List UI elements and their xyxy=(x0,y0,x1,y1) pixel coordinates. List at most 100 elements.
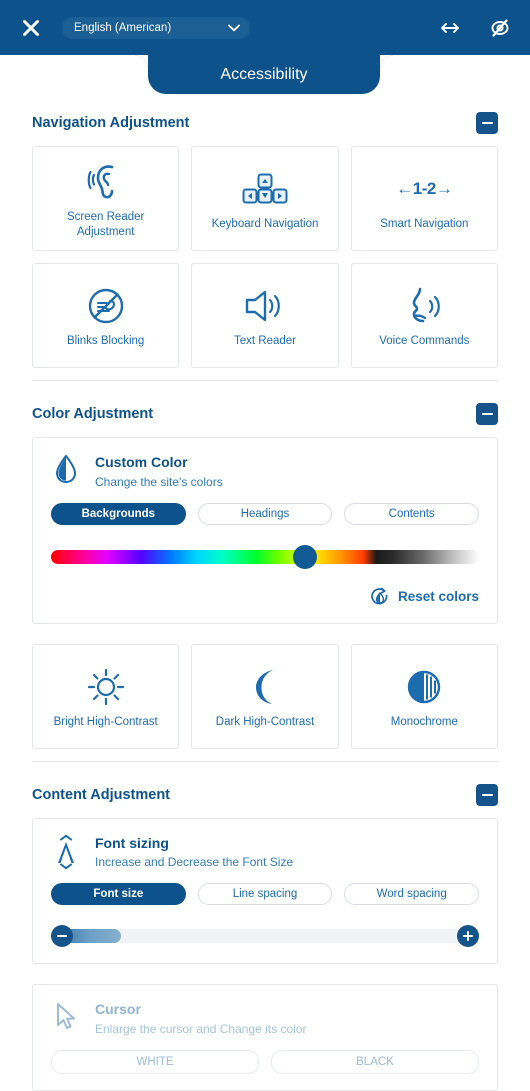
pill-font-size[interactable]: Font size xyxy=(51,883,186,906)
card-label: Bright High-Contrast xyxy=(53,716,158,728)
font-size-decrease-button[interactable] xyxy=(51,925,73,948)
panel-title: Font sizing xyxy=(95,834,169,851)
reset-colors-label: Reset colors xyxy=(397,589,479,605)
card-icon xyxy=(245,663,285,711)
arrow-keys-icon xyxy=(242,173,288,204)
hide-button[interactable] xyxy=(486,14,514,42)
card-keyboard-navigation[interactable]: Keyboard Navigation xyxy=(191,146,339,251)
card-label: Text Reader xyxy=(233,335,296,348)
font-size-icon xyxy=(58,834,74,869)
section-navigation-adjustment: Navigation Adjustment Screen Reader Adju… xyxy=(32,94,498,381)
horizontal-resize-icon xyxy=(441,22,459,33)
font-size-stepper[interactable] xyxy=(51,925,479,948)
section-title-content: Content Adjustment xyxy=(32,786,171,803)
color-target-pills: Backgrounds Headings Contents xyxy=(51,502,479,525)
card-label: Screen Reader Adjustment xyxy=(66,211,145,238)
panel-title: Cursor xyxy=(95,1001,141,1018)
minus-icon xyxy=(481,413,493,415)
panel-custom-color: Custom Color Change the site's colors Ba… xyxy=(32,437,498,624)
pill-word-spacing[interactable]: Word spacing xyxy=(344,883,479,906)
card-label: Monochrome xyxy=(390,716,458,728)
card-label: Dark High-Contrast xyxy=(215,716,315,728)
navigation-card-row-2: Blinks Blocking Text Reader Voice Comman… xyxy=(32,263,498,368)
card-dark-high-contrast[interactable]: Dark High-Contrast xyxy=(191,643,339,749)
section-content-adjustment: Content Adjustment Font sizing Increase … xyxy=(32,762,498,1091)
card-icon xyxy=(85,282,127,330)
card-label: Voice Commands xyxy=(379,335,470,348)
panel-header: Custom Color Change the site's colors xyxy=(51,454,479,490)
panel-subtitle: Enlarge the cursor and Change its color xyxy=(95,1021,307,1036)
card-monochrome[interactable]: Monochrome xyxy=(350,643,498,749)
smart-nav-icon: ←1-2→ xyxy=(396,179,453,199)
pill-cursor-black[interactable]: BLACK xyxy=(271,1050,479,1075)
plus-icon-vertical xyxy=(467,931,469,942)
eye-off-icon xyxy=(491,18,509,37)
card-bright-high-contrast[interactable]: Bright High-Contrast xyxy=(32,643,180,749)
cursor-color-pills: WHITE BLACK xyxy=(51,1050,479,1075)
contrast-card-row: Bright High-Contrast Dark High-Contrast xyxy=(32,643,498,749)
reset-droplet-icon xyxy=(371,587,388,605)
panel-subtitle: Increase and Decrease the Font Size xyxy=(95,855,294,870)
panel-text: Cursor Enlarge the cursor and Change its… xyxy=(95,1001,306,1037)
tab-accessibility[interactable]: Accessibility xyxy=(134,55,394,94)
moon-icon xyxy=(255,670,273,704)
card-smart-navigation[interactable]: ←1-2→ Smart Navigation xyxy=(350,146,498,251)
collapse-toggle-content[interactable] xyxy=(476,783,498,806)
card-voice-commands[interactable]: Voice Commands xyxy=(350,263,498,368)
widget-body: Navigation Adjustment Screen Reader Adju… xyxy=(0,94,530,1091)
card-text-reader[interactable]: Text Reader xyxy=(191,263,339,368)
collapse-toggle-color[interactable] xyxy=(476,403,498,425)
tab-strip: Accessibility xyxy=(0,55,530,94)
panel-title: Custom Color xyxy=(95,454,188,470)
pill-cursor-white[interactable]: WHITE xyxy=(51,1050,259,1075)
monochrome-icon xyxy=(408,670,441,704)
font-size-increase-button[interactable] xyxy=(457,925,479,948)
card-icon xyxy=(403,663,445,711)
tab-label: Accessibility xyxy=(220,65,308,83)
pill-line-spacing[interactable]: Line spacing xyxy=(197,883,333,906)
section-title-color: Color Adjustment xyxy=(32,406,154,422)
close-icon xyxy=(23,19,39,36)
droplet-icon xyxy=(55,454,77,484)
color-slider-knob[interactable] xyxy=(293,544,317,569)
section-title-navigation: Navigation Adjustment xyxy=(32,115,190,131)
section-header: Color Adjustment xyxy=(32,403,498,425)
card-screen-reader-adjustment[interactable]: Screen Reader Adjustment xyxy=(32,146,180,251)
resize-button[interactable] xyxy=(436,14,464,42)
panel-icon xyxy=(51,834,81,869)
panel-header: Font sizing Increase and Decrease the Fo… xyxy=(51,834,479,871)
voice-icon xyxy=(413,288,441,323)
close-button[interactable] xyxy=(16,13,46,43)
panel-icon xyxy=(51,1001,81,1033)
card-icon xyxy=(243,282,287,330)
collapse-toggle-navigation[interactable] xyxy=(476,112,498,134)
pill-contents[interactable]: Contents xyxy=(344,502,479,525)
card-blinks-blocking[interactable]: Blinks Blocking xyxy=(32,263,180,368)
tab-notch-left xyxy=(134,55,148,69)
tab-notch-right xyxy=(380,55,394,69)
card-icon xyxy=(242,165,288,213)
color-slider[interactable] xyxy=(51,544,479,569)
color-slider-track xyxy=(51,549,479,564)
panel-cursor: Cursor Enlarge the cursor and Change its… xyxy=(32,984,498,1091)
language-selector-wrap: English (American) xyxy=(46,16,250,39)
panel-header: Cursor Enlarge the cursor and Change its… xyxy=(51,1001,479,1037)
header-actions xyxy=(436,14,514,42)
font-target-pills: Font size Line spacing Word spacing xyxy=(51,883,479,906)
section-header: Content Adjustment xyxy=(32,783,498,806)
pill-backgrounds[interactable]: Backgrounds xyxy=(51,502,186,525)
language-select[interactable]: English (American) xyxy=(62,16,250,39)
card-icon xyxy=(87,158,125,206)
pill-headings[interactable]: Headings xyxy=(197,502,333,525)
blink-block-icon xyxy=(88,289,123,324)
ear-icon xyxy=(87,165,113,199)
panel-text: Font sizing Increase and Decrease the Fo… xyxy=(95,835,293,871)
section-header: Navigation Adjustment xyxy=(32,112,498,134)
reset-colors-button[interactable]: Reset colors xyxy=(51,587,479,607)
card-icon: ←1-2→ xyxy=(396,165,453,213)
card-icon xyxy=(85,663,127,711)
panel-font-sizing: Font sizing Increase and Decrease the Fo… xyxy=(32,817,498,965)
minus-icon xyxy=(481,122,493,124)
panel-icon xyxy=(51,454,81,484)
panel-text: Custom Color Change the site's colors xyxy=(95,454,223,490)
